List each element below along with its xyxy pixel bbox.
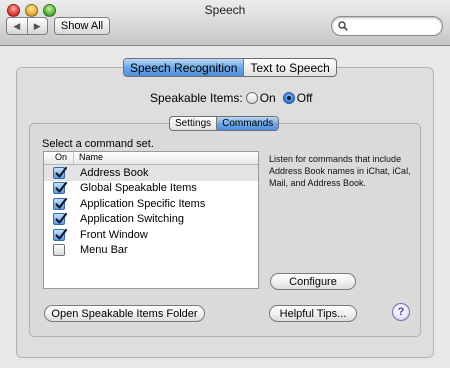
tab-settings[interactable]: Settings — [170, 117, 216, 130]
forward-arrow-icon[interactable]: ▶ — [28, 18, 48, 34]
row-command-name: Global Speakable Items — [80, 182, 197, 195]
tab-text-to-speech[interactable]: Text to Speech — [243, 59, 335, 76]
table-row[interactable]: Application Specific Items — [44, 196, 258, 212]
row-checkbox-cell — [44, 228, 74, 241]
table-header: On Name — [44, 152, 258, 165]
window-title: Speech — [204, 3, 246, 17]
sub-tab-control: Settings Commands — [169, 116, 280, 131]
row-command-name: Address Book — [80, 166, 149, 179]
checkmark-checkbox-icon[interactable] — [53, 228, 68, 241]
table-row[interactable]: Menu Bar — [44, 243, 258, 259]
navigation-segmented-control: ◀ ▶ — [6, 17, 48, 35]
row-command-name: Application Specific Items — [80, 197, 206, 210]
help-icon[interactable]: ? — [392, 303, 410, 321]
helpful-tips-button[interactable]: Helpful Tips... — [269, 305, 357, 322]
title-toolbar-bar: Speech ◀ ▶ Show All — [0, 0, 450, 46]
main-tab-control: Speech Recognition Text to Speech — [123, 58, 337, 77]
speakable-off-label[interactable]: Off — [297, 91, 313, 105]
open-speakable-items-folder-button[interactable]: Open Speakable Items Folder — [44, 305, 205, 322]
checkmark-checkbox-icon[interactable] — [53, 182, 68, 195]
search-input[interactable] — [352, 19, 438, 33]
magnifier-icon — [338, 21, 348, 31]
checkmark-checkbox-icon[interactable] — [53, 213, 68, 226]
row-command-name: Application Switching — [80, 213, 184, 226]
table-row[interactable]: Global Speakable Items — [44, 181, 258, 197]
speakable-on-radio[interactable] — [245, 92, 258, 104]
checkmark-checkbox-icon[interactable] — [53, 197, 68, 210]
back-arrow-icon[interactable]: ◀ — [7, 18, 28, 34]
column-header-on[interactable]: On — [44, 152, 74, 164]
table-row[interactable]: Application Switching — [44, 212, 258, 228]
row-checkbox-cell — [44, 166, 74, 179]
command-set-table[interactable]: On Name Address Book Global Speakable Ite… — [43, 151, 259, 289]
empty-checkbox-icon[interactable] — [53, 244, 65, 257]
preferences-window: Speech ◀ ▶ Show All Speech Recognition T… — [0, 0, 450, 368]
speakable-on-label[interactable]: On — [260, 91, 276, 105]
tab-speech-recognition[interactable]: Speech Recognition — [124, 59, 244, 76]
table-body: Address Book Global Speakable Items Applic… — [44, 165, 258, 258]
command-set-prompt: Select a command set. — [42, 138, 154, 150]
column-header-name[interactable]: Name — [74, 152, 103, 164]
row-checkbox-cell — [44, 244, 74, 257]
configure-button[interactable]: Configure — [270, 273, 356, 290]
row-checkbox-cell — [44, 213, 74, 226]
show-all-button[interactable]: Show All — [54, 17, 110, 35]
row-command-name: Menu Bar — [80, 244, 128, 257]
checkmark-checkbox-icon[interactable] — [53, 166, 68, 179]
speakable-items-control: Speakable Items: On Off — [150, 91, 313, 105]
command-set-description: Listen for commands that include Address… — [269, 154, 411, 188]
table-row[interactable]: Address Book — [44, 165, 258, 181]
search-field[interactable] — [331, 16, 443, 36]
speakable-items-label: Speakable Items: — [150, 91, 243, 105]
table-row[interactable]: Front Window — [44, 227, 258, 243]
row-checkbox-cell — [44, 182, 74, 195]
row-checkbox-cell — [44, 197, 74, 210]
tab-commands[interactable]: Commands — [216, 117, 279, 130]
row-command-name: Front Window — [80, 228, 148, 241]
speakable-off-radio[interactable] — [282, 92, 295, 104]
